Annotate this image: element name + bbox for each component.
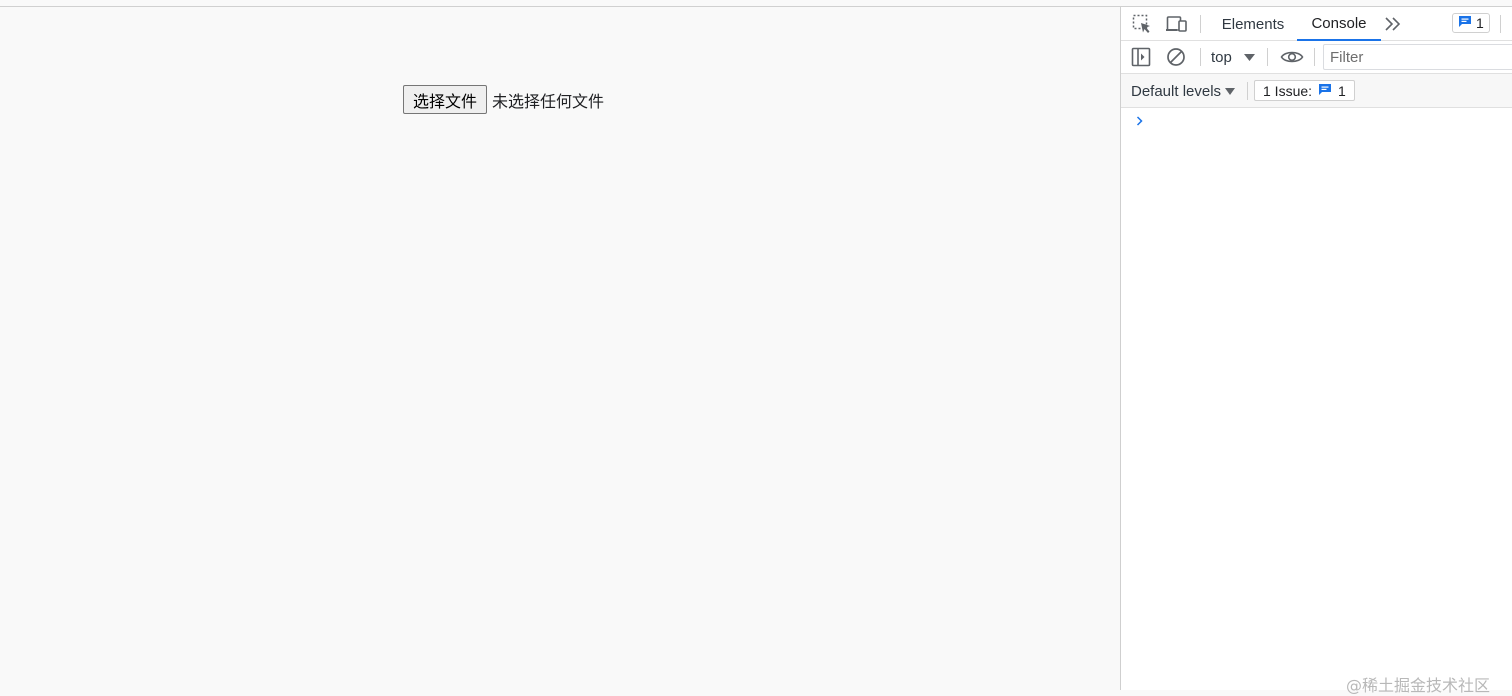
toolbar-divider <box>1267 48 1268 66</box>
watermark-text: @稀土掘金技术社区 <box>1345 676 1490 695</box>
toolbar-divider <box>1500 15 1501 33</box>
toolbar-divider <box>1247 82 1248 100</box>
context-label: top <box>1211 48 1232 66</box>
tab-console[interactable]: Console <box>1297 7 1381 41</box>
toolbar-divider <box>1314 48 1315 66</box>
console-levels-bar: Default levels 1 Issue: 1 <box>1121 74 1512 108</box>
prompt-chevron-icon[interactable] <box>1135 113 1145 127</box>
tab-elements[interactable]: Elements <box>1209 7 1297 41</box>
file-input[interactable]: 选择文件 未选择任何文件 <box>403 85 604 114</box>
devtools-tabbar: Elements Console 1 <box>1121 7 1512 41</box>
console-toolbar: top <box>1121 41 1512 74</box>
device-toolbar-icon[interactable] <box>1166 14 1188 34</box>
clear-console-icon[interactable] <box>1165 47 1187 67</box>
sidebar-toggle-icon[interactable] <box>1130 47 1152 67</box>
eye-icon[interactable] <box>1279 47 1305 67</box>
messages-badge[interactable]: 1 <box>1452 13 1490 33</box>
toolbar-divider <box>1200 48 1201 66</box>
dropdown-arrow-icon <box>1225 83 1236 100</box>
file-status-text: 未选择任何文件 <box>492 91 605 111</box>
messages-count: 1 <box>1476 15 1484 31</box>
choose-file-button[interactable]: 选择文件 <box>403 85 488 114</box>
toolbar-divider <box>1200 15 1201 33</box>
log-levels-label: Default levels <box>1131 82 1222 100</box>
more-tabs-icon[interactable] <box>1383 15 1403 33</box>
filter-input[interactable] <box>1323 44 1512 70</box>
issues-button[interactable]: 1 Issue: 1 <box>1254 80 1355 101</box>
inspect-element-icon[interactable] <box>1131 14 1153 34</box>
log-levels-dropdown[interactable]: Default levels <box>1131 81 1236 101</box>
dropdown-arrow-icon <box>1243 49 1255 66</box>
page-viewport: 选择文件 未选择任何文件 <box>0 7 1120 690</box>
message-icon <box>1458 15 1472 31</box>
issues-count: 1 <box>1338 82 1346 99</box>
devtools-panel: Elements Console 1 top Filter Default le… <box>1120 7 1512 695</box>
issues-label: 1 Issue: <box>1263 82 1313 99</box>
context-selector[interactable]: top <box>1211 47 1255 67</box>
message-icon <box>1318 83 1332 99</box>
